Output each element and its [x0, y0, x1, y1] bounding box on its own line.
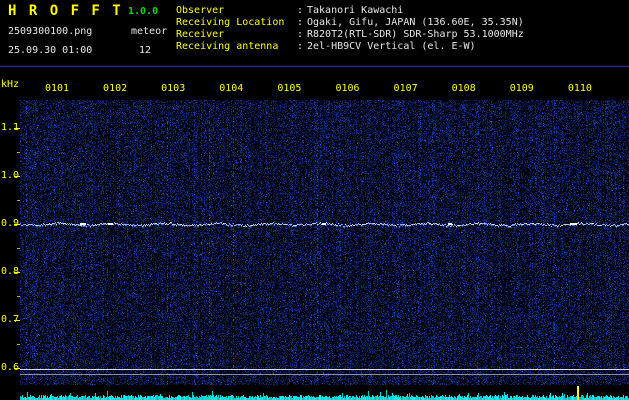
output-filename: 2509300100.png	[8, 26, 93, 37]
station-info-panel: Observer: Takanori Kawachi Receiving Locat…	[176, 5, 628, 53]
frequency-unit-label: kHz	[1, 79, 20, 90]
hrofft-window: H R O F F T 1.0.0 2509300100.png meteor …	[0, 0, 629, 400]
spectrogram-canvas	[20, 100, 629, 385]
info-row: Receiver: R820T2(RTL-SDR) SDR-Sharp 53.10…	[176, 29, 628, 41]
meteor-count: 12	[139, 45, 152, 56]
info-separator: :	[297, 29, 304, 40]
time-tick-label: 0104	[219, 83, 244, 94]
time-tick-label: 0110	[567, 83, 592, 94]
time-tick-label: 0101	[44, 83, 70, 94]
time-tick-label: 0109	[509, 83, 534, 94]
info-separator: :	[297, 17, 304, 28]
info-row: Observer: Takanori Kawachi	[176, 5, 628, 17]
info-value: R820T2(RTL-SDR) SDR-Sharp 53.1000MHz	[307, 29, 524, 40]
info-separator: :	[297, 5, 304, 16]
info-label: Receiver	[176, 29, 225, 40]
time-tick-label: 0106	[335, 83, 360, 94]
time-tick-label: 0103	[161, 83, 186, 94]
info-separator: :	[297, 41, 304, 52]
info-label: Receiving antenna	[176, 41, 279, 52]
time-tick-label: 0102	[103, 83, 128, 94]
info-value: 2el-HB9CV Vertical (el. E-W)	[307, 41, 476, 52]
info-value: Ogaki, Gifu, JAPAN (136.60E, 35.35N)	[307, 17, 524, 28]
time-tick-label: 0105	[277, 83, 302, 94]
time-tick-label: 0108	[451, 83, 476, 94]
info-label: Receiving Location	[176, 17, 285, 28]
info-row: Receiving Location: Ogaki, Gifu, JAPAN (1…	[176, 17, 628, 29]
info-value: Takanori Kawachi	[307, 5, 404, 16]
time-tick-label: 0107	[393, 83, 418, 94]
header-divider	[0, 66, 629, 67]
app-version: 1.0.0	[128, 6, 159, 17]
amplitude-strip-canvas	[20, 385, 629, 400]
info-row: Receiving antenna:2el-HB9CV Vertical (el…	[176, 41, 628, 53]
app-title: H R O F F T	[8, 3, 123, 19]
timestamp: 25.09.30 01:00	[8, 45, 93, 56]
mode-label: meteor	[131, 26, 168, 37]
info-label: Observer	[176, 5, 225, 16]
